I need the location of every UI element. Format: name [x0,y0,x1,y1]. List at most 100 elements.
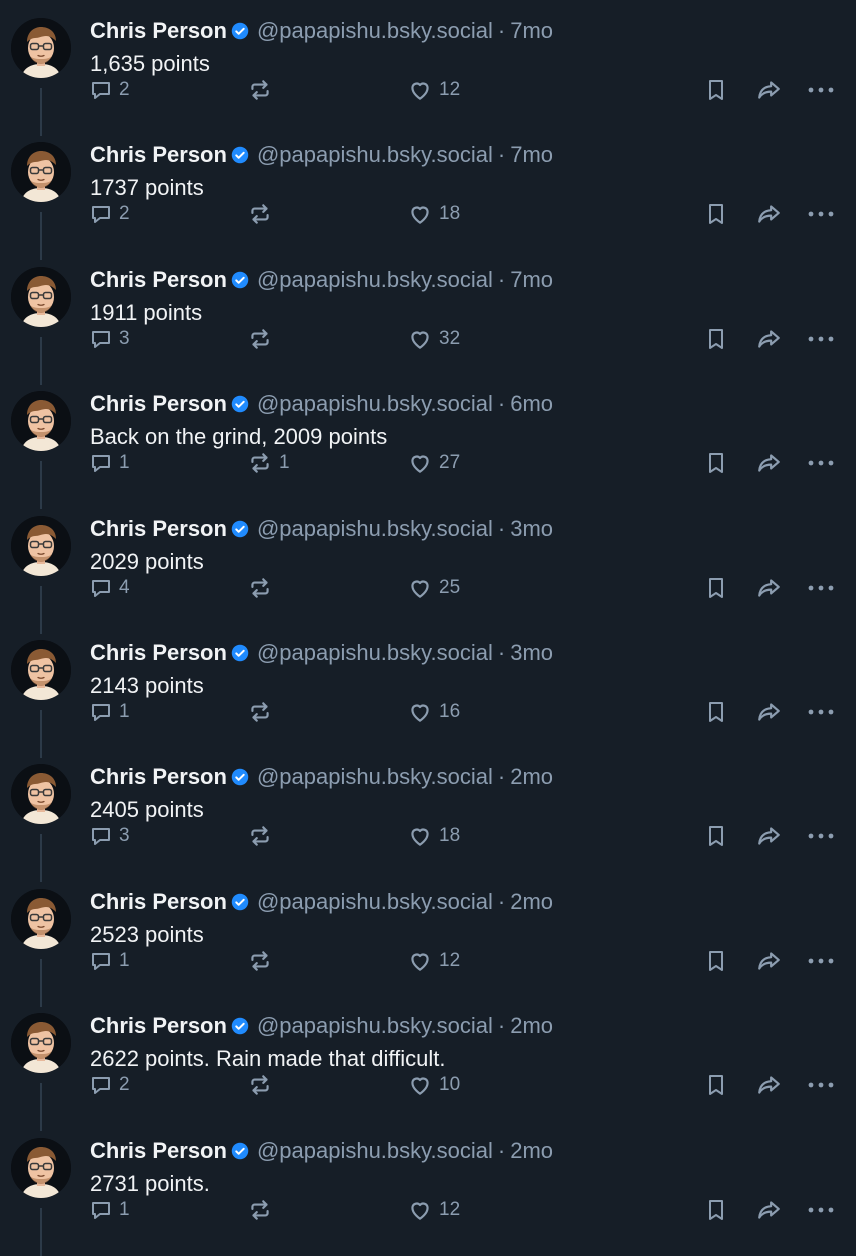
post-time[interactable]: 7mo [510,142,553,168]
share-button[interactable] [755,75,783,105]
author-name[interactable]: Chris Person [90,142,227,168]
avatar[interactable] [11,142,71,203]
reply-button[interactable]: 1 [89,946,130,976]
like-button[interactable]: 18 [407,199,460,229]
author-name[interactable]: Chris Person [90,1138,227,1164]
author-name[interactable]: Chris Person [90,889,227,915]
more-options-button[interactable] [808,324,834,354]
like-button[interactable]: 18 [407,821,460,851]
like-button[interactable]: 12 [407,75,460,105]
repost-button[interactable] [247,75,279,105]
avatar[interactable] [11,764,71,825]
author-handle[interactable]: @papapishu.bsky.social [257,391,493,417]
share-button[interactable] [755,199,783,229]
share-button[interactable] [755,448,783,478]
post-time[interactable]: 2mo [510,889,553,915]
like-button[interactable]: 32 [407,324,460,354]
repost-button[interactable] [247,821,279,851]
reply-button[interactable]: 1 [89,448,130,478]
bookmark-button[interactable] [704,1070,728,1100]
post[interactable]: Chris Person @papapishu.bsky.social · 3m… [0,622,856,758]
reply-button[interactable]: 1 [89,697,130,727]
like-button[interactable]: 12 [407,1195,460,1225]
repost-button[interactable] [247,1195,279,1225]
author-name[interactable]: Chris Person [90,391,227,417]
like-button[interactable]: 10 [407,1070,460,1100]
post-time[interactable]: 3mo [510,640,553,666]
share-button[interactable] [755,1070,783,1100]
avatar[interactable] [11,639,71,700]
post[interactable]: Chris Person @papapishu.bsky.social · 2m… [0,1120,856,1256]
post[interactable]: Chris Person @papapishu.bsky.social · 2m… [0,871,856,1007]
post[interactable]: Chris Person @papapishu.bsky.social · 2m… [0,746,856,883]
repost-button[interactable]: 1 [247,448,290,478]
avatar[interactable] [11,1013,71,1074]
more-options-button[interactable] [808,75,834,105]
author-name[interactable]: Chris Person [90,1013,227,1039]
share-button[interactable] [755,821,783,851]
repost-button[interactable] [247,199,279,229]
post-time[interactable]: 2mo [510,1013,553,1039]
share-button[interactable] [755,946,783,976]
bookmark-button[interactable] [704,1195,728,1225]
more-options-button[interactable] [808,821,834,851]
bookmark-button[interactable] [704,324,728,354]
post[interactable]: Chris Person @papapishu.bsky.social · 2m… [0,995,856,1132]
author-handle[interactable]: @papapishu.bsky.social [257,764,493,790]
bookmark-button[interactable] [704,199,728,229]
more-options-button[interactable] [808,946,834,976]
author-name[interactable]: Chris Person [90,516,227,542]
reply-button[interactable]: 2 [89,1070,130,1100]
post-time[interactable]: 2mo [510,1138,553,1164]
author-handle[interactable]: @papapishu.bsky.social [257,889,493,915]
reply-button[interactable]: 4 [89,573,130,603]
bookmark-button[interactable] [704,697,728,727]
reply-button[interactable]: 3 [89,324,130,354]
like-button[interactable]: 16 [407,697,460,727]
reply-button[interactable]: 1 [89,1195,130,1225]
more-options-button[interactable] [808,1070,834,1100]
repost-button[interactable] [247,573,279,603]
bookmark-button[interactable] [704,448,728,478]
avatar[interactable] [11,266,71,327]
author-handle[interactable]: @papapishu.bsky.social [257,1138,493,1164]
more-options-button[interactable] [808,573,834,603]
post[interactable]: Chris Person @papapishu.bsky.social · 7m… [0,0,856,136]
avatar[interactable] [11,888,71,949]
reply-button[interactable]: 3 [89,821,130,851]
repost-button[interactable] [247,324,279,354]
avatar[interactable] [11,1137,71,1198]
avatar[interactable] [11,391,71,452]
post[interactable]: Chris Person @papapishu.bsky.social · 7m… [0,249,856,385]
author-handle[interactable]: @papapishu.bsky.social [257,516,493,542]
author-handle[interactable]: @papapishu.bsky.social [257,142,493,168]
post-time[interactable]: 7mo [510,18,553,44]
author-handle[interactable]: @papapishu.bsky.social [257,640,493,666]
repost-button[interactable] [247,946,279,976]
post[interactable]: Chris Person @papapishu.bsky.social · 6m… [0,373,856,510]
reply-button[interactable]: 2 [89,199,130,229]
author-name[interactable]: Chris Person [90,267,227,293]
post-time[interactable]: 7mo [510,267,553,293]
post-time[interactable]: 2mo [510,764,553,790]
share-button[interactable] [755,1195,783,1225]
bookmark-button[interactable] [704,946,728,976]
author-name[interactable]: Chris Person [90,764,227,790]
post[interactable]: Chris Person @papapishu.bsky.social · 3m… [0,498,856,634]
bookmark-button[interactable] [704,573,728,603]
author-handle[interactable]: @papapishu.bsky.social [257,1013,493,1039]
bookmark-button[interactable] [704,821,728,851]
share-button[interactable] [755,324,783,354]
more-options-button[interactable] [808,199,834,229]
author-handle[interactable]: @papapishu.bsky.social [257,18,493,44]
like-button[interactable]: 12 [407,946,460,976]
more-options-button[interactable] [808,448,834,478]
like-button[interactable]: 27 [407,448,460,478]
author-handle[interactable]: @papapishu.bsky.social [257,267,493,293]
share-button[interactable] [755,573,783,603]
share-button[interactable] [755,697,783,727]
author-name[interactable]: Chris Person [90,18,227,44]
bookmark-button[interactable] [704,75,728,105]
reply-button[interactable]: 2 [89,75,130,105]
repost-button[interactable] [247,1070,279,1100]
